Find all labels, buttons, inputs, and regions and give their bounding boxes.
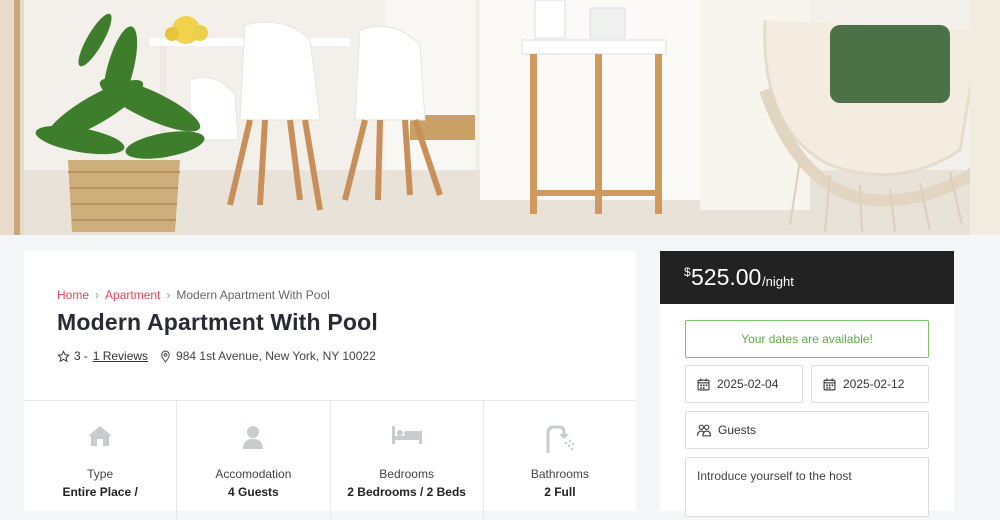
chevron-right-icon: ›	[95, 288, 100, 302]
listing-card: Home › Apartment › Modern Apartment With…	[24, 251, 636, 520]
price-currency: $	[684, 265, 691, 279]
address: 984 1st Avenue, New York, NY 10022	[160, 349, 376, 363]
feature-value: Entire Place /	[62, 485, 138, 499]
features-row: Type Entire Place / Accomodation 4 Guest…	[24, 400, 636, 520]
feature-label: Type	[87, 467, 114, 481]
feature-label: Bathrooms	[530, 467, 589, 481]
feature-label: Accomodation	[215, 467, 292, 481]
price-amount: 525.00	[691, 264, 762, 290]
booking-card: $ 525.00 /night Your dates are available…	[660, 251, 954, 517]
shower-icon	[545, 425, 575, 458]
guests-field[interactable]: Guests	[685, 411, 929, 449]
feature-value: 2 Bedrooms / 2 Beds	[347, 485, 466, 499]
home-icon	[87, 425, 113, 452]
check-out-field[interactable]: 2025-02-12	[811, 365, 929, 403]
feature-value: 4 Guests	[228, 485, 279, 499]
feature-accommodation: Accomodation 4 Guests	[177, 401, 331, 520]
host-message-placeholder: Introduce yourself to the host	[697, 469, 852, 483]
person-icon	[242, 425, 264, 454]
apartment-interior-photo	[0, 0, 1000, 235]
feature-label: Bedrooms	[379, 467, 434, 481]
check-in-value: 2025-02-04	[717, 377, 779, 391]
chevron-right-icon: ›	[166, 288, 171, 302]
guests-placeholder: Guests	[718, 423, 757, 437]
bed-icon	[391, 425, 423, 450]
calendar-icon	[697, 378, 710, 390]
feature-bathrooms: Bathrooms 2 Full	[484, 401, 636, 520]
address-text: 984 1st Avenue, New York, NY 10022	[176, 349, 376, 363]
breadcrumb-current: Modern Apartment With Pool	[176, 288, 330, 302]
feature-value: 2 Full	[544, 485, 576, 499]
feature-type: Type Entire Place /	[24, 401, 178, 520]
breadcrumb-apartment-link[interactable]: Apartment	[105, 288, 160, 302]
page-title: Modern Apartment With Pool	[57, 309, 379, 335]
breadcrumb: Home › Apartment › Modern Apartment With…	[57, 288, 330, 302]
rating-value: 3	[74, 349, 81, 363]
map-pin-icon	[161, 350, 170, 363]
hero-image	[0, 0, 1000, 235]
listing-meta: 3 - 1 Reviews 984 1st Avenue, New York, …	[57, 349, 376, 363]
star-icon	[57, 349, 70, 362]
check-out-value: 2025-02-12	[843, 377, 905, 391]
feature-bedrooms: Bedrooms 2 Bedrooms / 2 Beds	[331, 401, 484, 520]
breadcrumb-home-link[interactable]: Home	[57, 288, 89, 302]
users-icon	[697, 424, 711, 436]
availability-message: Your dates are available!	[685, 320, 929, 358]
price-bar: $ 525.00 /night	[660, 251, 954, 304]
reviews-link[interactable]: 1 Reviews	[93, 349, 148, 363]
price-period: /night	[762, 274, 794, 289]
rating-separator: -	[83, 349, 88, 363]
host-message-textarea[interactable]: Introduce yourself to the host	[685, 457, 929, 517]
check-in-field[interactable]: 2025-02-04	[685, 365, 803, 403]
calendar-icon	[823, 378, 836, 390]
